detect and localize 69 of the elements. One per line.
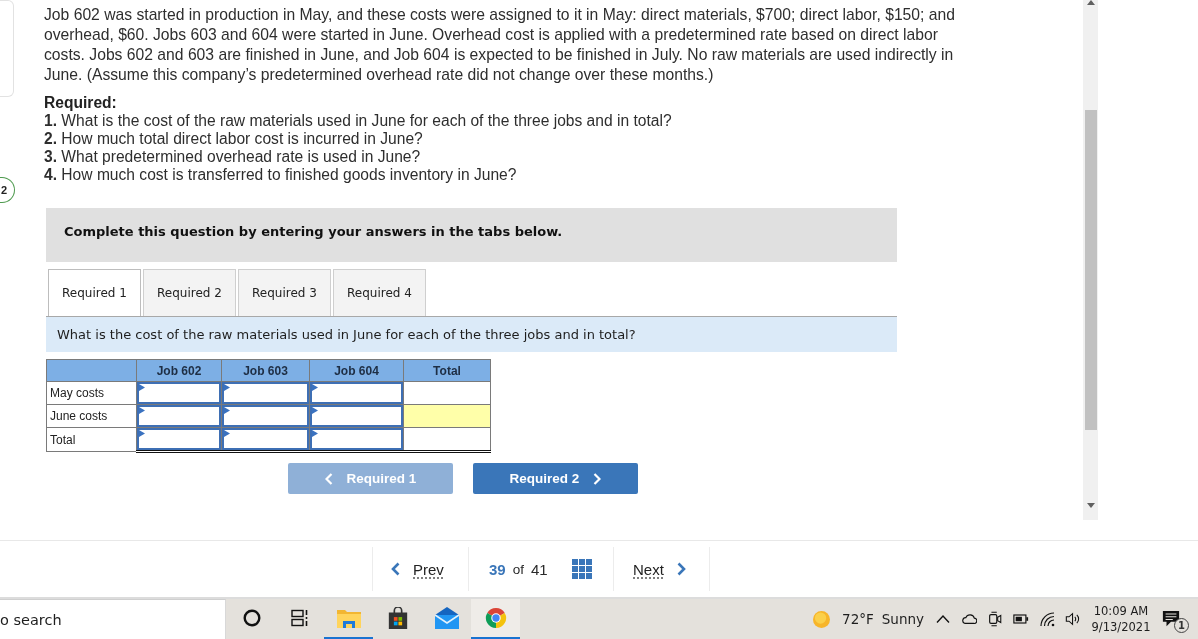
column-header: Job 603 [221, 359, 310, 382]
next-link[interactable]: Next [633, 560, 686, 578]
tab[interactable]: Required 2 [143, 269, 236, 316]
grid-icon[interactable] [571, 559, 592, 579]
video-camera-icon[interactable] [987, 611, 1003, 627]
chevron-right-icon [676, 562, 686, 576]
triangle-marker-icon [312, 407, 318, 414]
triangle-marker-icon [139, 384, 145, 391]
page-separator-text: of [512, 561, 524, 577]
triangle-marker-icon [224, 384, 230, 391]
chevron-right-icon [593, 472, 602, 485]
answer-input[interactable] [222, 382, 309, 404]
triangle-marker-icon [139, 430, 145, 437]
row-label: June costs [46, 404, 137, 428]
required-heading: Required: [44, 94, 118, 112]
tab[interactable]: Required 4 [333, 269, 426, 316]
current-page-number: 39 [489, 560, 506, 578]
answer-input[interactable] [137, 382, 221, 404]
triangle-marker-icon [139, 407, 145, 414]
chevron-left-icon [391, 562, 400, 576]
notification-count: 1 [1174, 618, 1189, 633]
circle-icon [243, 609, 261, 627]
scrollbar-thumb[interactable] [1084, 110, 1097, 430]
answer-input[interactable] [310, 428, 403, 450]
triangle-marker-icon [224, 407, 230, 414]
total-page-count: 41 [530, 560, 548, 578]
column-header: Total [403, 359, 491, 382]
triangle-marker-icon [312, 430, 318, 437]
chevron-left-icon [324, 472, 333, 485]
required-question: 4. How much cost is transferred to finished goods inventory in June? [44, 166, 518, 184]
answer-input[interactable] [310, 382, 403, 404]
required-question: 3. What predetermined overhead rate is used in June? [44, 148, 422, 166]
instruction-banner: Complete this question by entering your answers in the tabs below. [46, 208, 897, 262]
speaker-icon[interactable] [1065, 611, 1081, 627]
prev-link[interactable]: Prev [391, 560, 444, 578]
clock[interactable]: 10:09 AM 9/13/2021 [1092, 603, 1150, 635]
required-question: 1. What is the cost of the raw materials used in June for each of the three jobs and in total? [44, 112, 673, 130]
tab[interactable]: Required 3 [238, 269, 331, 316]
triangle-marker-icon [224, 430, 230, 437]
cloud-icon[interactable] [961, 611, 977, 627]
weather-widget[interactable]: 72°F Sunny [813, 610, 924, 628]
column-header: Job 602 [136, 359, 222, 382]
answer-input[interactable] [137, 405, 221, 427]
stacked-windows-icon [291, 609, 309, 627]
sun-icon [813, 610, 831, 628]
answer-input[interactable] [310, 405, 403, 427]
tab-prompt: What is the cost of the raw materials used in June for each of the three jobs and in total? [46, 316, 897, 352]
wifi-icon[interactable] [1039, 611, 1055, 627]
problem-text: Job 602 was started in production in May, and these costs were assigned to it in May: direct materials, $700; direct labor, $150; and overhead, $60. Jobs 603 and 604 were started in June. Overhead cost is applied with a predetermined rate based on direct labor costs. Jobs 602 and 603 are finished in June, and Job 604 is expected to be finished in July. No raw materials are used indirectly in June. (Assume this company’s predetermined overhead rate did not change over these months.) [44, 5, 956, 85]
column-header: Job 604 [309, 359, 404, 382]
answer-input[interactable] [137, 428, 221, 450]
envelope-icon [434, 607, 459, 629]
taskbar-search-field[interactable]: o search [0, 599, 226, 639]
answer-input[interactable] [222, 405, 309, 427]
triangle-marker-icon [312, 384, 318, 391]
arrow-down-icon[interactable] [1086, 503, 1095, 508]
row-label: Total [46, 427, 137, 452]
tricolor-circle-icon [483, 607, 508, 629]
scrollbar[interactable] [1083, 0, 1098, 520]
speech-bubble-icon [1162, 610, 1180, 628]
folder-icon [336, 607, 361, 629]
battery-icon[interactable] [1013, 611, 1029, 627]
arrow-up-icon[interactable] [1086, 0, 1095, 5]
tab[interactable]: Required 1 [48, 269, 141, 316]
answer-input[interactable] [222, 428, 309, 450]
next-tab-button[interactable]: Required 2 [473, 463, 638, 494]
row-label: May costs [46, 381, 137, 405]
required-question: 2. How much total direct labor cost is incurred in June? [44, 130, 424, 148]
notifications-button[interactable]: 1 [1150, 599, 1198, 639]
